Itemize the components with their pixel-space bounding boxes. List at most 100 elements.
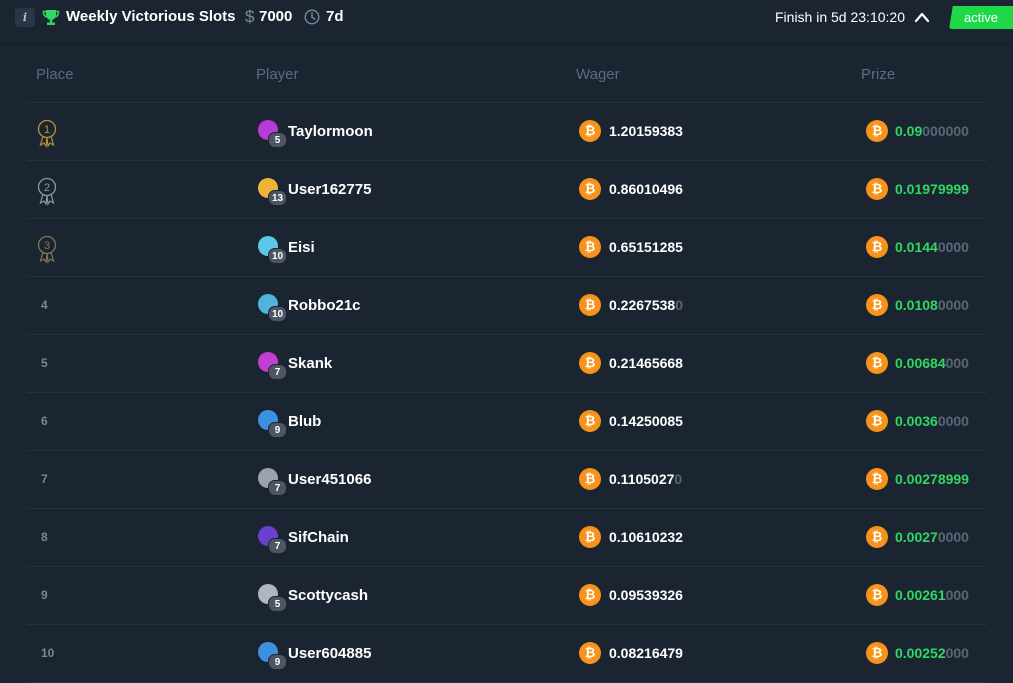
level-badge: 9 [268,654,287,670]
bitcoin-icon: ₿ [866,352,888,374]
bitcoin-icon: ₿ [866,236,888,258]
place-number: 10 [41,646,55,660]
finish-countdown: Finish in 5d 23:10:20 [775,9,905,25]
bitcoin-icon: ₿ [866,468,888,490]
prize-amount: 0.01979999 [895,181,969,197]
prize-value: 0.00252 [895,645,946,661]
table-row: 2 13 User162775 ₿ 0.86010496 ₿ 0.0197999… [27,161,987,219]
wager-amount: 0.86010496 [609,181,683,197]
prize-trailing-zeros: 0000 [937,297,969,313]
table-header: Place Player Wager Prize [27,46,987,103]
medal-place-number: 3 [44,240,50,252]
wager-value: 0.21465668 [609,355,683,371]
player-name[interactable]: Eisi [288,239,315,256]
medal-silver-icon: 2 [37,177,57,206]
player-name[interactable]: Taylormoon [288,123,373,140]
bitcoin-icon: ₿ [579,294,601,316]
level-badge: 7 [268,480,287,496]
player-name[interactable]: SifChain [288,529,349,546]
place-number: 8 [41,530,48,544]
prize-trailing-zeros: 000 [945,587,969,603]
wager-trailing-zeros: 0 [674,471,683,487]
player-name[interactable]: User451066 [288,471,371,488]
prize-value: 0.0027 [895,529,938,545]
wager-amount: 0.11050270 [609,471,682,487]
place-number: 7 [41,472,48,486]
wager-amount: 1.20159383 [609,123,683,139]
status-badge: active [949,6,1013,29]
prize-trailing-zeros: 000 [945,645,969,661]
bitcoin-icon: ₿ [866,642,888,664]
table-row: 8 7 SifChain ₿ 0.10610232 ₿ 0.00270000 [27,509,987,567]
bitcoin-icon: ₿ [579,642,601,664]
wager-value: 0.1105027 [609,471,675,487]
place-number: 5 [41,356,48,370]
wager-trailing-zeros: 0 [675,297,683,313]
prize-pool-amount: 7000 [259,8,293,25]
wager-value: 0.2267538 [609,297,676,313]
player-name[interactable]: Blub [288,413,321,430]
prize-value: 0.09 [895,123,923,139]
bitcoin-icon: ₿ [579,468,601,490]
prize-value: 0.00278999 [895,471,969,487]
medal-bronze-icon: 3 [37,235,57,264]
player-name[interactable]: Robbo21c [288,297,361,314]
wager-value: 0.14250085 [609,413,683,429]
wager-value: 0.10610232 [609,529,683,545]
prize-amount: 0.00270000 [895,529,969,545]
prize-trailing-zeros: 0000 [937,239,969,255]
prize-amount: 0.00684000 [895,355,969,371]
wager-value: 0.09539326 [609,587,683,603]
info-icon[interactable]: i [15,8,35,27]
table-row: 10 9 User604885 ₿ 0.08216479 ₿ 0.0025200… [27,625,987,683]
table-row: 1 5 Taylormoon ₿ 1.20159383 ₿ 0.09000000 [27,103,987,161]
prize-amount: 0.00252000 [895,645,969,661]
table-row: 9 5 Scottycash ₿ 0.09539326 ₿ 0.00261000 [27,567,987,625]
column-header-place: Place [36,66,74,83]
wager-value: 0.65151285 [609,239,683,255]
player-name[interactable]: User162775 [288,181,371,198]
prize-trailing-zeros: 0000 [937,413,969,429]
tournament-title: Weekly Victorious Slots [66,8,236,25]
bitcoin-icon: ₿ [579,584,601,606]
currency-symbol: $ [245,7,255,26]
bitcoin-icon: ₿ [579,526,601,548]
trophy-icon [42,10,60,25]
bitcoin-icon: ₿ [579,352,601,374]
bitcoin-icon: ₿ [866,526,888,548]
prize-value: 0.01979999 [895,181,969,197]
column-header-prize: Prize [861,66,896,83]
chevron-up-icon[interactable] [913,9,931,25]
wager-value: 0.86010496 [609,181,683,197]
level-badge: 7 [268,364,287,380]
player-name[interactable]: Scottycash [288,587,368,604]
wager-amount: 0.22675380 [609,297,683,313]
bitcoin-icon: ₿ [579,120,601,142]
prize-value: 0.0036 [895,413,938,429]
bitcoin-icon: ₿ [579,410,601,432]
bitcoin-icon: ₿ [866,584,888,606]
prize-value: 0.00684 [895,355,946,371]
wager-amount: 0.21465668 [609,355,683,371]
bitcoin-icon: ₿ [866,294,888,316]
prize-trailing-zeros: 000 [945,355,969,371]
table-row: 7 7 User451066 ₿ 0.11050270 ₿ 0.00278999 [27,451,987,509]
player-name[interactable]: User604885 [288,645,371,662]
prize-amount: 0.01080000 [895,297,969,313]
level-badge: 7 [268,538,287,554]
bitcoin-icon: ₿ [866,178,888,200]
prize-value: 0.0144 [895,239,938,255]
clock-icon [304,9,320,25]
table-row: 5 7 Skank ₿ 0.21465668 ₿ 0.00684000 [27,335,987,393]
level-badge: 10 [268,248,287,264]
leaderboard-header: i Weekly Victorious Slots $ 7000 7d Fini… [0,0,1013,45]
wager-amount: 0.08216479 [609,645,683,661]
table-row: 3 10 Eisi ₿ 0.65151285 ₿ 0.01440000 [27,219,987,277]
player-name[interactable]: Skank [288,355,332,372]
column-header-wager: Wager [576,66,620,83]
wager-amount: 0.65151285 [609,239,683,255]
wager-amount: 0.10610232 [609,529,683,545]
medal-place-number: 1 [44,124,50,136]
prize-value: 0.0108 [895,297,938,313]
wager-amount: 0.09539326 [609,587,683,603]
